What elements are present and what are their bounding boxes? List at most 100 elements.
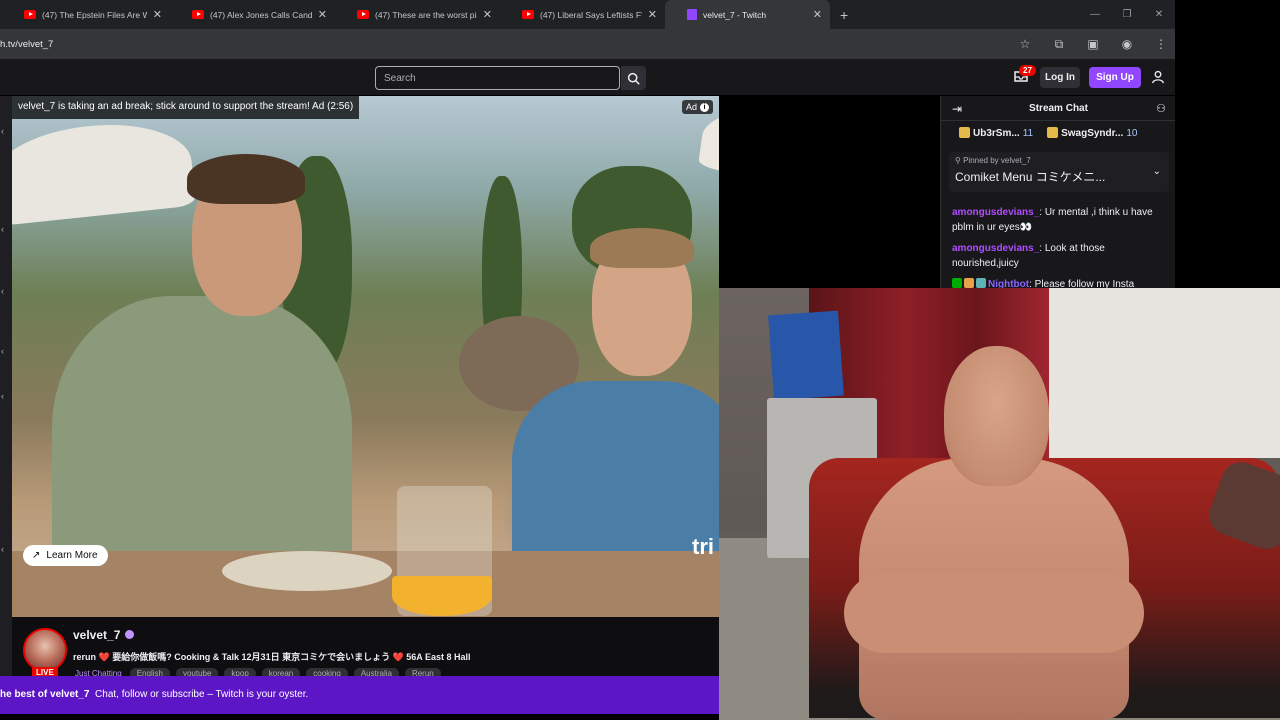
scene-wall [1049, 288, 1280, 458]
browser-tab-twitch[interactable]: velvet_7 - Twitch ✕ [665, 0, 830, 29]
side-nav-arrow-icon[interactable]: ‹ [1, 224, 4, 234]
signup-button[interactable]: Sign Up [1089, 67, 1141, 88]
verified-badge-icon [125, 630, 134, 639]
twitch-favicon-icon [687, 9, 697, 20]
search-input[interactable]: Search [375, 66, 620, 90]
gift-icon [959, 127, 970, 138]
user-menu-icon[interactable] [1151, 70, 1165, 84]
youtube-favicon-icon [24, 10, 36, 19]
chevron-down-icon[interactable]: ⌄ [1153, 166, 1161, 177]
close-tab-icon[interactable]: ✕ [813, 8, 822, 21]
ad-label-badge[interactable]: Ad i [681, 100, 713, 114]
learn-more-button[interactable]: ↗ Learn More [23, 545, 108, 566]
scene-person-arms [844, 573, 1144, 653]
youtube-favicon-icon [522, 10, 534, 19]
browser-tab-3[interactable]: (47) These are the worst pirates ✕ [335, 0, 500, 29]
channel-info: LIVE velvet_7 rerun ❤️ 要給你做飯嗎? Cooking &… [12, 617, 719, 679]
side-nav-arrow-icon[interactable]: ‹ [1, 286, 4, 296]
community-icon[interactable]: ⚇ [1156, 102, 1166, 115]
toolbar-icons: ☆ ⧉ ▣ ◉ ⋮ [1017, 29, 1169, 59]
chat-message: amongusdevians_: Ur mental ,i think u ha… [952, 205, 1170, 235]
close-tab-icon[interactable]: ✕ [648, 8, 657, 21]
chat-header: ⇥ Stream Chat ⚇ [941, 96, 1175, 121]
pin-icon: ⚲ [955, 156, 964, 165]
address-bar: h.tv/velvet_7 ☆ ⧉ ▣ ◉ ⋮ [0, 29, 1175, 59]
scene-hair [187, 154, 305, 204]
scene-hair [590, 228, 694, 268]
close-tab-icon[interactable]: ✕ [153, 8, 162, 21]
sidebar-icon[interactable]: ▣ [1085, 37, 1101, 51]
desktop-background [1175, 0, 1280, 95]
pinned-by-user: velvet_7 [1000, 156, 1031, 165]
login-button[interactable]: Log In [1040, 67, 1080, 88]
profile-icon[interactable]: ◉ [1119, 37, 1135, 51]
tab-title: (47) Alex Jones Calls Candace C [210, 9, 312, 20]
pinned-by: ⚲ Pinned by velvet_7 [955, 156, 1163, 165]
gifter-name: SwagSyndr... [1061, 128, 1124, 139]
close-tab-icon[interactable]: ✕ [318, 8, 327, 21]
emote-badge-icon [964, 278, 974, 288]
chat-message: amongusdevians_: Look at those nourished… [952, 241, 1170, 271]
gifter-name: Ub3rSm... [973, 128, 1020, 139]
screen-edge [0, 714, 719, 720]
youtube-favicon-icon [357, 10, 369, 19]
url-field[interactable]: h.tv/velvet_7 [0, 39, 53, 50]
new-tab-button[interactable]: + [840, 7, 848, 23]
browser-menu-icon[interactable]: ⋮ [1153, 37, 1169, 51]
window-controls: — ❐ ✕ [1079, 0, 1175, 29]
gift-count: 11 [1022, 128, 1034, 139]
pinned-by-label: Pinned by [963, 156, 999, 165]
gifter-entry[interactable]: SwagSyndr... 10 [1047, 127, 1137, 139]
restore-button[interactable]: ❐ [1111, 9, 1143, 20]
chat-messages: amongusdevians_: Ur mental ,i think u ha… [952, 205, 1170, 290]
gifter-entry[interactable]: Ub3rSm... 11 [959, 127, 1033, 139]
chat-panel: ⇥ Stream Chat ⚇ Ub3rSm... 11 SwagSyndr...… [940, 96, 1175, 290]
chat-username[interactable]: amongusdevians_ [952, 207, 1039, 218]
search-icon [627, 72, 640, 85]
scene-person-head [944, 346, 1049, 486]
external-link-icon: ↗ [32, 550, 41, 561]
pinned-message[interactable]: ⚲ Pinned by velvet_7 Comiket Menu コミケメニ.… [949, 152, 1169, 192]
channel-name[interactable]: velvet_7 [73, 628, 120, 642]
browser-tab-4[interactable]: (47) Liberal Says Leftists F'D UP ✕ [500, 0, 665, 29]
ad-label: Ad [685, 102, 697, 112]
browser-tab-bar: (47) The Epstein Files Are Way W ✕ (47) … [0, 0, 1175, 29]
video-player[interactable]: velvet_7 is taking an ad break; stick ar… [12, 96, 719, 617]
tab-title: velvet_7 - Twitch [703, 9, 767, 20]
ad-break-banner: velvet_7 is taking an ad break; stick ar… [12, 96, 360, 119]
scene-juice [392, 576, 492, 616]
chat-username[interactable]: amongusdevians_ [952, 243, 1039, 254]
signup-promo-bar[interactable]: he best of velvet_7 Chat, follow or subs… [0, 676, 719, 714]
minimize-button[interactable]: — [1079, 9, 1111, 20]
side-nav-arrow-icon[interactable]: ‹ [1, 126, 4, 136]
chat-title: Stream Chat [1029, 103, 1088, 114]
close-window-button[interactable]: ✕ [1143, 9, 1175, 20]
notification-badge: 27 [1019, 65, 1036, 76]
scene-plate [222, 551, 392, 591]
gift-icon [1047, 127, 1059, 138]
twitch-top-nav: Search 27 Log In Sign Up [0, 59, 1175, 96]
bookmark-star-icon[interactable]: ☆ [1017, 37, 1033, 51]
promo-bold-text: he best of velvet_7 [0, 689, 90, 700]
scene-umbrella [12, 115, 197, 227]
promo-text: Chat, follow or subscribe – Twitch is yo… [95, 689, 309, 700]
info-icon: i [700, 102, 709, 112]
channel-avatar[interactable] [23, 628, 67, 672]
browser-tab-2[interactable]: (47) Alex Jones Calls Candace C ✕ [170, 0, 335, 29]
close-tab-icon[interactable]: ✕ [483, 8, 492, 21]
side-nav-arrow-icon[interactable]: ‹ [1, 391, 4, 401]
extensions-icon[interactable]: ⧉ [1051, 37, 1067, 52]
search-button[interactable] [621, 66, 646, 90]
learn-more-label: Learn More [46, 550, 98, 561]
gift-count: 10 [1126, 128, 1138, 139]
bot-badge-icon [976, 278, 986, 288]
side-nav-arrow-icon[interactable]: ‹ [1, 544, 4, 554]
youtube-favicon-icon [192, 10, 204, 19]
webcam-overlay [719, 288, 1280, 720]
tab-title: (47) Liberal Says Leftists F'D UP [540, 9, 642, 20]
tab-title: (47) The Epstein Files Are Way W [42, 9, 147, 20]
side-nav-collapsed: ‹ ‹ ‹ ‹ ‹ ‹ [0, 96, 12, 676]
pinned-text: Comiket Menu コミケメニ... [955, 170, 1106, 184]
side-nav-arrow-icon[interactable]: ‹ [1, 346, 4, 356]
browser-tab-1[interactable]: (47) The Epstein Files Are Way W ✕ [0, 0, 170, 29]
